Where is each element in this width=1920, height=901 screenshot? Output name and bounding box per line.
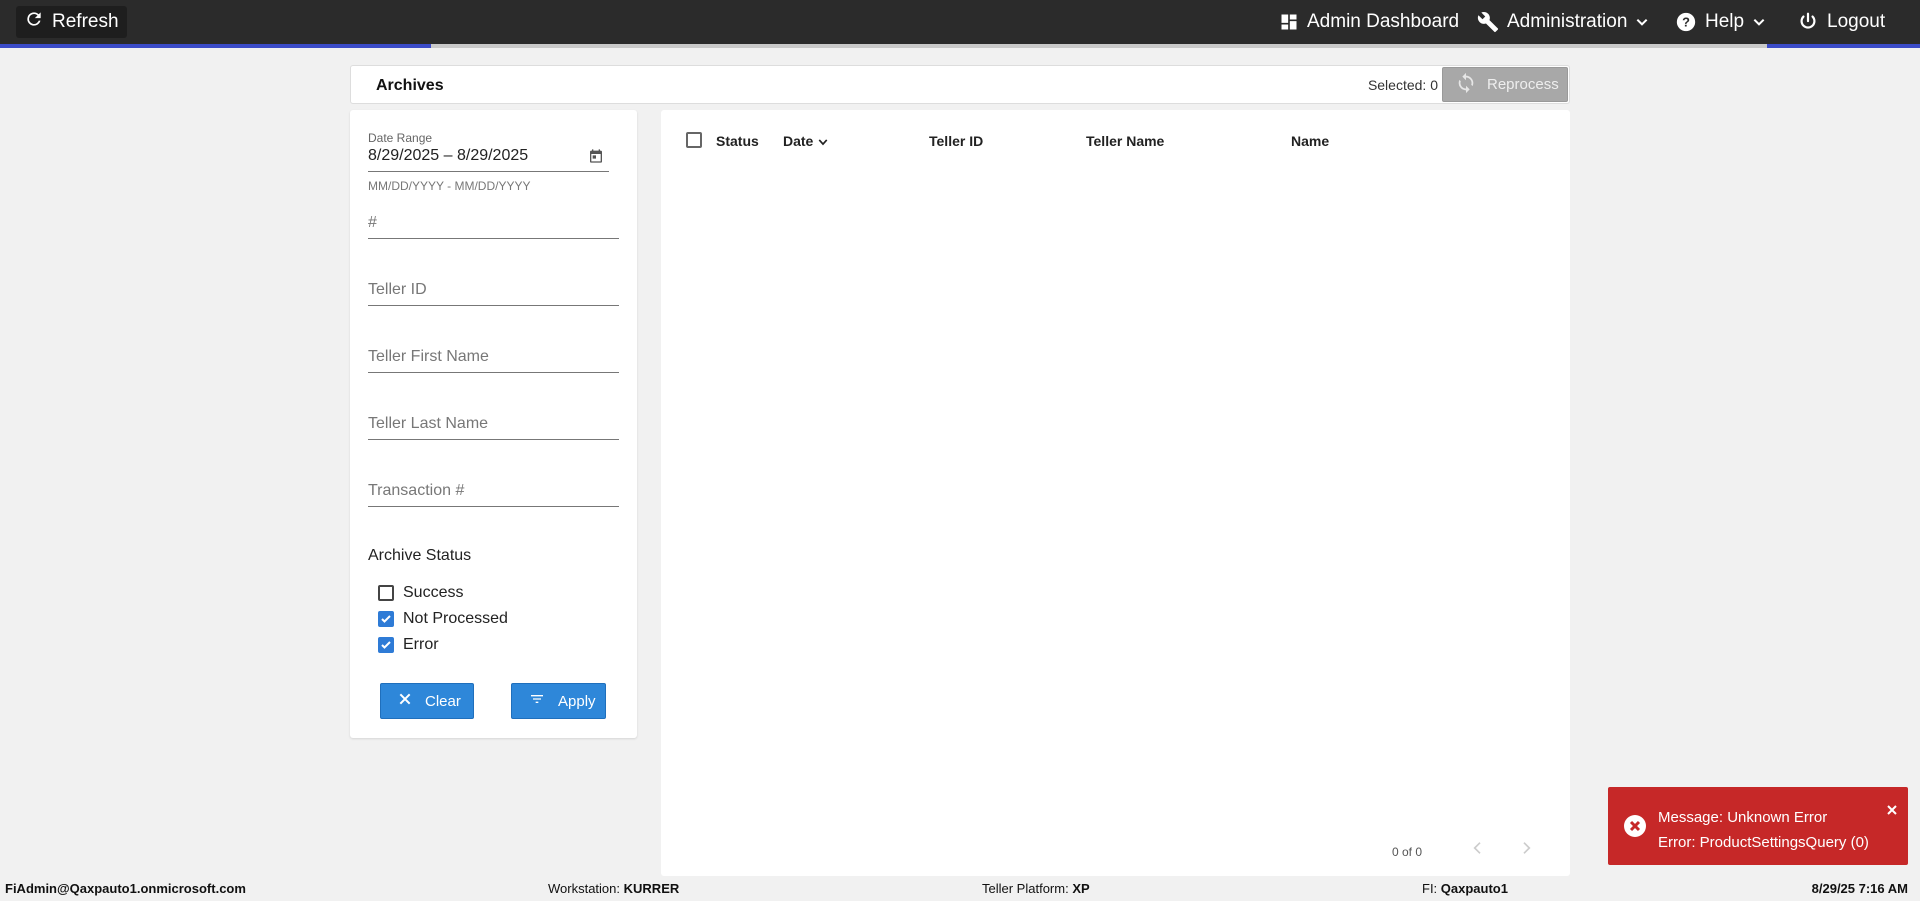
- toast-error-line: Error: ProductSettingsQuery (0): [1658, 834, 1869, 851]
- transaction-number-input[interactable]: [368, 477, 619, 505]
- footer-teller-platform: Teller Platform: XP: [982, 881, 1090, 896]
- select-all-checkbox[interactable]: [686, 132, 702, 148]
- svg-text:?: ?: [1682, 15, 1690, 30]
- filter-panel: Date Range 8/29/2025 – 8/29/2025 MM/DD/Y…: [350, 110, 637, 738]
- checkbox[interactable]: [378, 637, 394, 653]
- chevron-right-icon: [1523, 842, 1531, 854]
- administration-label: Administration: [1507, 11, 1628, 32]
- date-range-label: Date Range: [368, 131, 433, 145]
- transaction-number-field[interactable]: [368, 477, 619, 507]
- grid-header-row: Status Date Teller ID Teller Name Name: [661, 110, 1570, 172]
- date-range-input[interactable]: 8/29/2025 – 8/29/2025: [368, 147, 528, 165]
- column-header-teller-name[interactable]: Teller Name: [1086, 133, 1164, 149]
- reprocess-button[interactable]: Reprocess: [1442, 67, 1568, 102]
- reprocess-label: Reprocess: [1487, 76, 1559, 93]
- pager-count: 0 of 0: [1392, 845, 1423, 859]
- toast-message-line: Message: Unknown Error: [1658, 809, 1828, 826]
- archives-header: Archives Selected: 0 Reprocess: [350, 65, 1570, 104]
- user-email: FiAdmin@Qaxpauto1.onmicrosoft.com: [5, 881, 246, 896]
- fi-label: FI:: [1422, 881, 1438, 896]
- next-page-button[interactable]: [1518, 840, 1534, 861]
- previous-page-button[interactable]: [1470, 840, 1486, 861]
- teller-first-name-field[interactable]: [368, 343, 619, 373]
- admin-dashboard-link[interactable]: Admin Dashboard: [1279, 0, 1459, 44]
- apply-label: Apply: [558, 692, 596, 710]
- progress-accent-bar: [0, 44, 1920, 48]
- refresh-icon: [24, 9, 44, 35]
- column-header-name[interactable]: Name: [1291, 133, 1329, 149]
- clear-label: Clear: [425, 692, 461, 710]
- footer-fi: FI: Qaxpauto1: [1422, 881, 1508, 896]
- sort-descending-icon: [817, 133, 829, 149]
- filter-icon: [528, 691, 546, 711]
- checkbox-label: Success: [403, 584, 464, 601]
- column-header-teller-id[interactable]: Teller ID: [929, 133, 983, 149]
- fi-value: Qaxpauto1: [1440, 881, 1508, 896]
- footer-datetime: 8/29/25 7:16 AM: [1812, 881, 1908, 896]
- checkmark-icon: [381, 615, 391, 623]
- logout-label: Logout: [1827, 11, 1886, 32]
- error-icon: [1623, 814, 1647, 843]
- teller-last-name-field[interactable]: [368, 410, 619, 440]
- logout-button[interactable]: Logout: [1797, 0, 1885, 44]
- administration-menu[interactable]: Administration: [1477, 0, 1649, 44]
- help-label: Help: [1705, 11, 1745, 32]
- status-checkbox-not-processed[interactable]: Not Processed: [378, 610, 508, 628]
- wrench-icon: [1477, 11, 1499, 33]
- workstation-value: KURRER: [623, 881, 680, 896]
- status-footer: FiAdmin@Qaxpauto1.onmicrosoft.com Workst…: [0, 876, 1920, 901]
- column-header-date-label: Date: [783, 133, 814, 149]
- checkbox[interactable]: [378, 585, 394, 601]
- status-checkbox-success[interactable]: Success: [378, 584, 463, 602]
- checkbox-label: Not Processed: [403, 610, 508, 627]
- help-menu[interactable]: ? Help: [1675, 0, 1766, 44]
- checkmark-icon: [381, 641, 391, 649]
- dashboard-icon: [1279, 12, 1299, 32]
- date-range-underline: [368, 171, 609, 172]
- error-toast: Message: Unknown Error Error: ProductSet…: [1608, 787, 1908, 865]
- close-icon: [397, 691, 413, 711]
- help-icon: ?: [1675, 11, 1697, 33]
- admin-dashboard-label: Admin Dashboard: [1307, 11, 1460, 32]
- teller-first-name-input[interactable]: [368, 343, 619, 371]
- refresh-label: Refresh: [52, 11, 119, 32]
- number-field[interactable]: [368, 209, 619, 239]
- column-header-date[interactable]: Date: [783, 133, 829, 149]
- checkbox[interactable]: [378, 611, 394, 627]
- chevron-down-icon: [1752, 15, 1766, 29]
- toast-close-button[interactable]: [1886, 803, 1898, 821]
- status-checkbox-error[interactable]: Error: [378, 636, 439, 654]
- date-range-hint: MM/DD/YYYY - MM/DD/YYYY: [368, 179, 531, 193]
- close-icon: [1887, 805, 1897, 815]
- datetime-value: 8/29/25 7:16 AM: [1811, 881, 1908, 896]
- chevron-left-icon: [1473, 842, 1481, 854]
- platform-value: XP: [1072, 881, 1090, 896]
- page-title: Archives: [376, 77, 444, 94]
- archives-grid: Status Date Teller ID Teller Name Name 0…: [661, 110, 1570, 876]
- clear-button[interactable]: Clear: [380, 683, 474, 719]
- archive-status-title: Archive Status: [368, 547, 472, 564]
- checkbox-label: Error: [403, 636, 439, 653]
- number-input[interactable]: [368, 209, 619, 237]
- platform-label: Teller Platform:: [982, 881, 1069, 896]
- selected-count: Selected: 0: [1367, 77, 1438, 93]
- refresh-button[interactable]: Refresh: [16, 6, 127, 38]
- power-icon: [1797, 11, 1819, 33]
- workstation-label: Workstation:: [548, 881, 621, 896]
- calendar-icon[interactable]: [588, 148, 604, 169]
- footer-user: FiAdmin@Qaxpauto1.onmicrosoft.com: [5, 881, 246, 896]
- teller-id-field[interactable]: [368, 276, 619, 306]
- teller-id-input[interactable]: [368, 276, 619, 304]
- teller-last-name-input[interactable]: [368, 410, 619, 438]
- chevron-down-icon: [1635, 15, 1649, 29]
- apply-button[interactable]: Apply: [511, 683, 606, 719]
- top-navigation-bar: Refresh Admin Dashboard Administration ?…: [0, 0, 1920, 44]
- footer-workstation: Workstation: KURRER: [548, 881, 679, 896]
- toast-message: Message: Unknown Error Error: ProductSet…: [1658, 805, 1869, 855]
- column-header-status[interactable]: Status: [716, 133, 759, 149]
- sync-icon: [1455, 72, 1477, 98]
